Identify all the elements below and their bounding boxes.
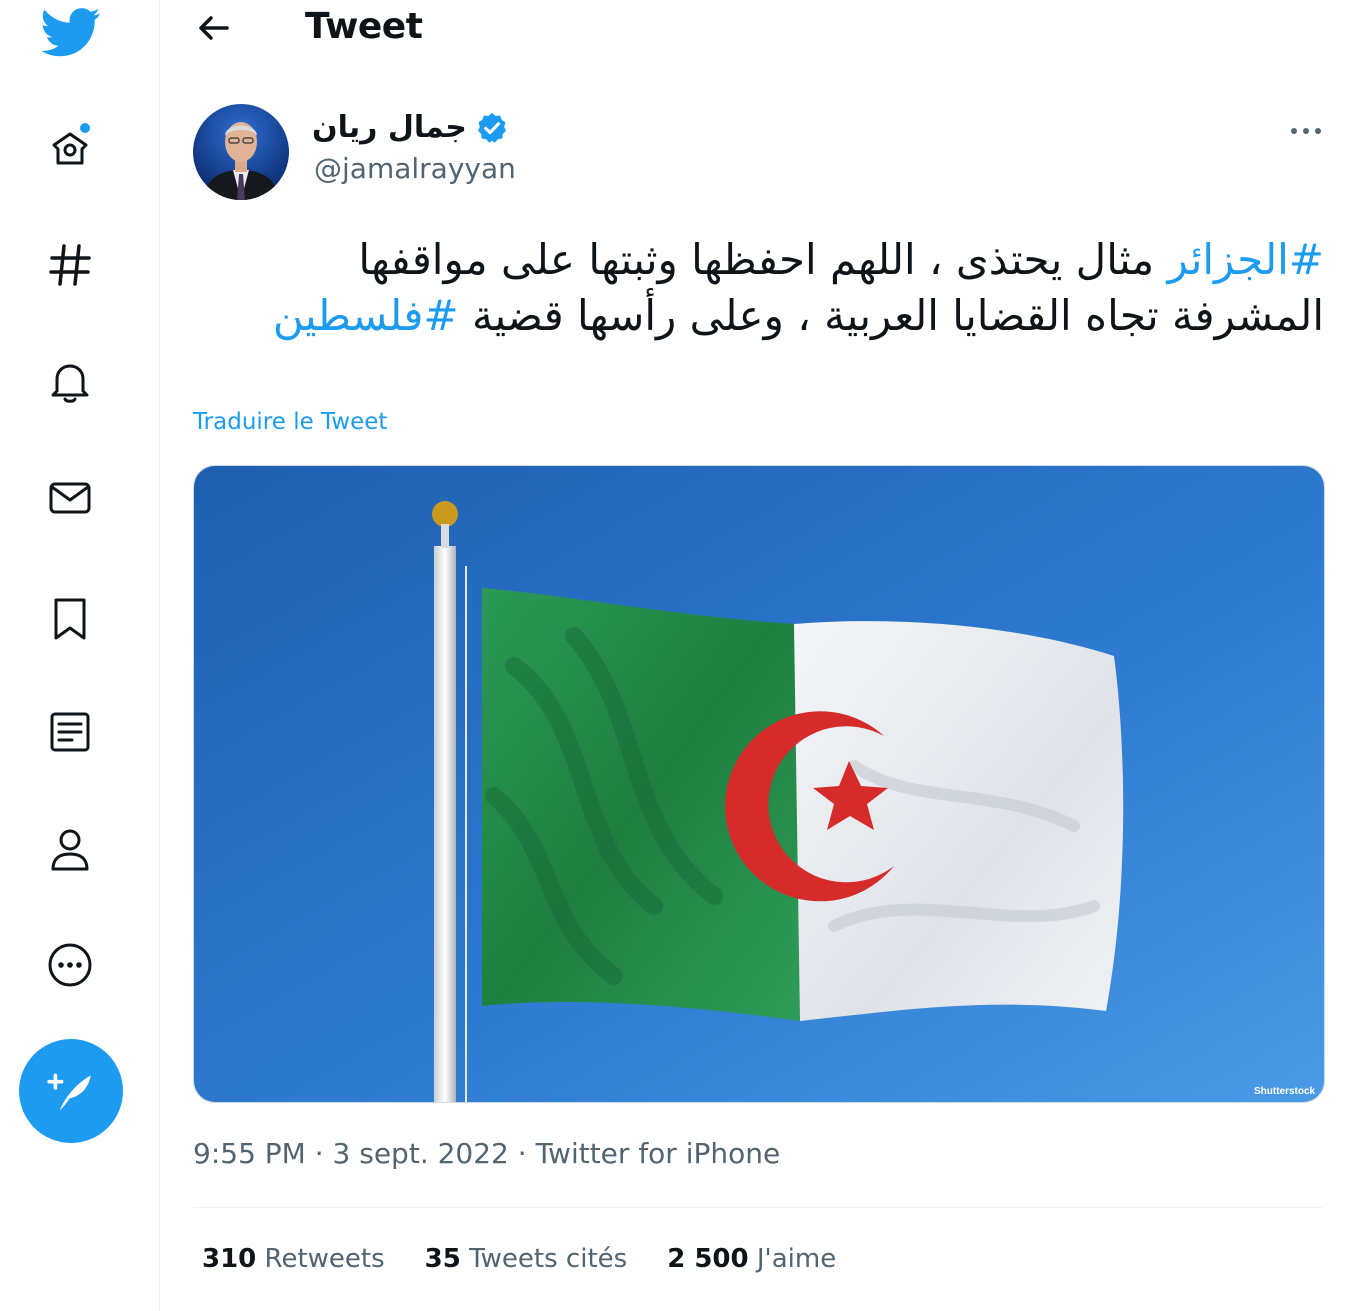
meta-separator: ·	[508, 1137, 536, 1170]
sidebar-nav	[0, 0, 160, 1311]
sidebar-item-more[interactable]	[40, 935, 100, 995]
bell-icon	[51, 364, 89, 403]
verified-badge-icon	[477, 112, 506, 143]
sidebar-item-home[interactable]	[40, 118, 100, 178]
avatar-photo	[193, 104, 289, 200]
tweet-meta: 9:55 PM · 3 sept. 2022 · Twitter for iPh…	[193, 1137, 780, 1170]
compose-tweet-button[interactable]	[19, 1039, 123, 1143]
retweets-stat[interactable]: 310 Retweets	[202, 1244, 385, 1274]
tweet-more-button[interactable]	[1283, 116, 1329, 146]
feather-plus-icon	[47, 1073, 91, 1111]
ellipsis-icon	[1291, 128, 1321, 134]
author-handle[interactable]: @jamalrayyan	[314, 152, 516, 185]
tweet-time[interactable]: 9:55 PM	[193, 1137, 306, 1170]
quotes-label: Tweets cités	[469, 1244, 628, 1274]
quote-tweets-stat[interactable]: 35 Tweets cités	[425, 1244, 628, 1274]
home-icon	[52, 123, 90, 165]
retweets-count: 310	[202, 1244, 257, 1274]
translate-tweet-link[interactable]: Traduire le Tweet	[193, 409, 387, 435]
notification-dot	[80, 123, 90, 133]
hashtag-icon	[49, 244, 91, 286]
tweet-source[interactable]: Twitter for iPhone	[536, 1137, 781, 1170]
sidebar-item-notifications[interactable]	[40, 352, 100, 412]
sidebar-item-profile[interactable]	[40, 820, 100, 880]
meta-separator: ·	[305, 1137, 333, 1170]
quotes-count: 35	[424, 1244, 461, 1274]
list-icon	[50, 712, 90, 752]
tweet-media-image[interactable]: Shutterstock	[193, 465, 1325, 1103]
hashtag-link[interactable]: #فلسطين	[273, 291, 459, 340]
tweet-date[interactable]: 3 sept. 2022	[333, 1137, 509, 1170]
retweets-label: Retweets	[264, 1244, 385, 1274]
more-circle-icon	[48, 943, 92, 987]
sidebar-item-messages[interactable]	[40, 468, 100, 528]
divider	[193, 1207, 1323, 1208]
watermark-text: Shutterstock	[1254, 1086, 1316, 1097]
likes-count: 2 500	[667, 1244, 749, 1274]
avatar[interactable]	[193, 104, 289, 200]
likes-stat[interactable]: 2 500 J'aime	[667, 1244, 836, 1274]
sidebar-item-explore[interactable]	[40, 235, 100, 295]
sidebar-item-bookmarks[interactable]	[40, 588, 100, 648]
envelope-icon	[49, 482, 91, 514]
page-title: Tweet	[305, 6, 423, 47]
algeria-flag-photo: Shutterstock	[194, 466, 1324, 1102]
likes-label: J'aime	[756, 1244, 837, 1274]
back-button[interactable]	[194, 8, 234, 48]
tweet-stats: 310 Retweets 35 Tweets cités 2 500 J'aim…	[202, 1244, 836, 1274]
person-icon	[51, 829, 89, 871]
author-name-row[interactable]: جمال ريان	[312, 110, 509, 145]
display-name: جمال ريان	[312, 110, 467, 145]
arrow-left-icon	[199, 16, 229, 40]
twitter-logo-icon[interactable]	[38, 2, 104, 62]
bookmark-icon	[54, 598, 86, 640]
sidebar-item-lists[interactable]	[40, 702, 100, 762]
tweet-text: #الجزائر مثال يحتذى ، اللهم احفظها وثبته…	[240, 232, 1324, 344]
hashtag-link[interactable]: #الجزائر	[1168, 235, 1324, 284]
